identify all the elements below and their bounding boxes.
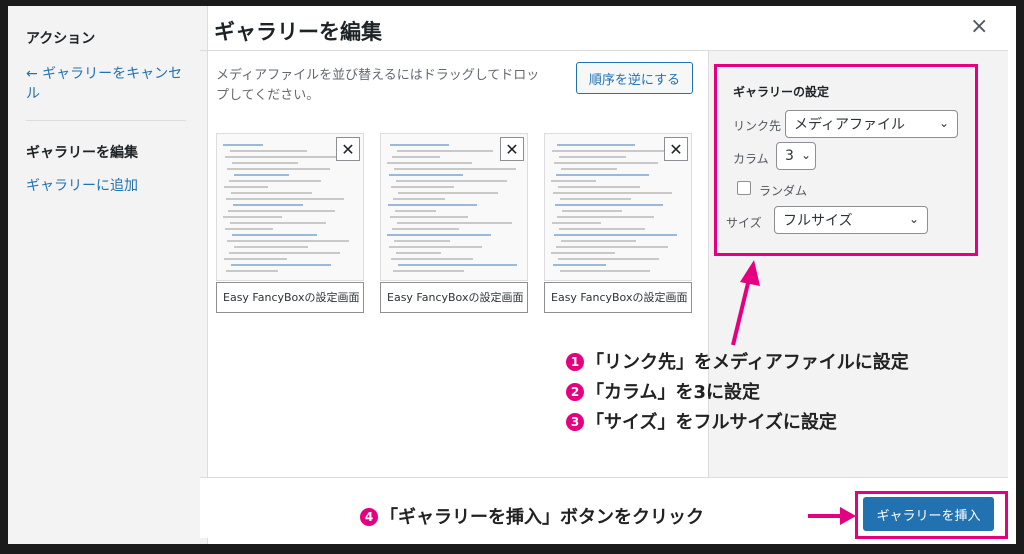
arrow-to-settings	[731, 274, 752, 346]
arrowhead-settings	[740, 260, 760, 286]
annotation-arrows	[731, 260, 856, 525]
arrowhead-insert	[840, 507, 856, 525]
